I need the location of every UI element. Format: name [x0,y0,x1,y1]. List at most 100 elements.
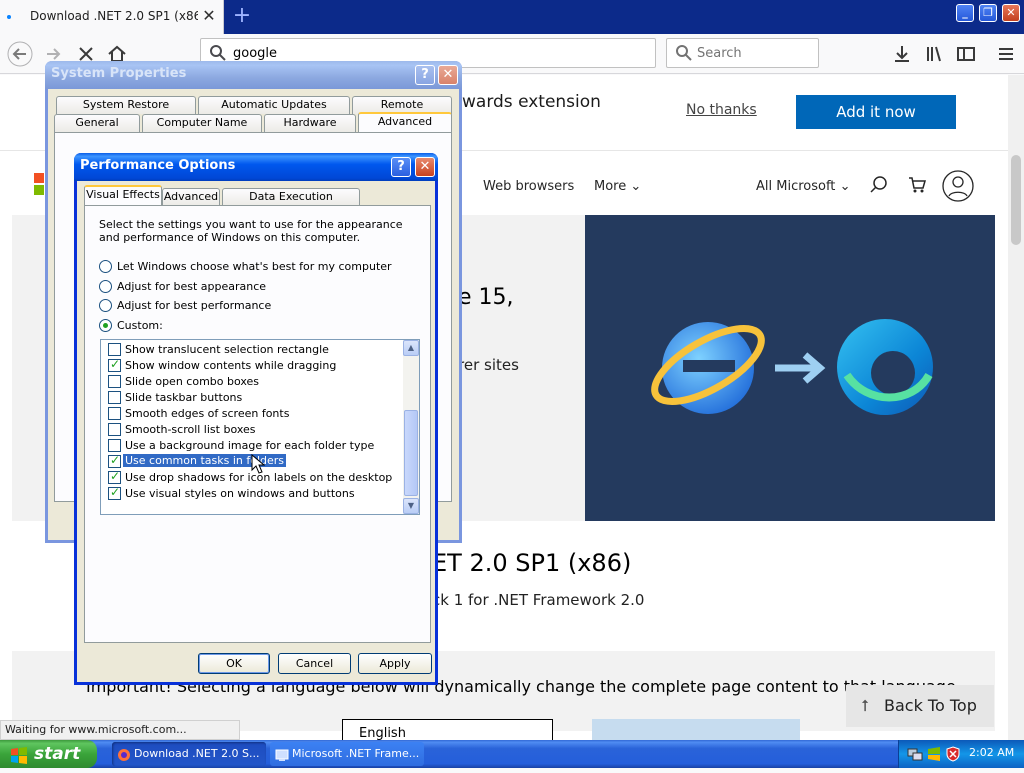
microsoft-logo[interactable] [34,173,44,183]
scrollbar-thumb[interactable] [404,410,418,496]
radio-best-performance[interactable] [99,299,112,312]
cart-icon[interactable] [907,175,927,198]
close-window-icon[interactable]: ✕ [1002,4,1020,22]
browser-tab-strip: Download .NET 2.0 SP1 (x86) from Officia… [0,0,1024,34]
ok-button[interactable]: OK [198,653,270,674]
tab-visual-effects[interactable]: Visual Effects [84,185,162,205]
sidebar-icon[interactable] [952,40,980,68]
tab-automatic-updates[interactable]: Automatic Updates [198,96,350,114]
tab-system-restore[interactable]: System Restore [56,96,196,114]
security-shield-icon[interactable] [945,746,961,765]
radio-let-windows-choose[interactable] [99,260,112,273]
effects-scrollbar[interactable]: ▲ ▼ [403,340,419,514]
no-thanks-link[interactable]: No thanks [686,102,757,118]
apply-button[interactable]: Apply [358,653,432,674]
menu-icon[interactable] [992,40,1020,68]
download-button[interactable] [592,719,800,740]
scroll-up-icon[interactable]: ▲ [403,340,419,356]
search-box[interactable]: Search [666,38,819,68]
help-icon[interactable]: ? [415,65,435,85]
search-placeholder: Search [697,46,742,61]
close-icon[interactable]: ✕ [415,157,435,177]
taskbar-item-label: Download .NET 2.0 S... [134,747,260,760]
radio-label: Adjust for best appearance [117,280,267,293]
back-icon[interactable] [6,40,34,68]
page-scrollbar-thumb[interactable] [1011,155,1021,245]
search-icon[interactable] [869,175,889,198]
system-properties-titlebar[interactable]: System Properties [45,61,462,89]
update-icon[interactable] [926,746,942,765]
effect-checkbox[interactable] [108,423,121,436]
effect-label: Use visual styles on windows and buttons [125,487,355,500]
taskbar-item-browser[interactable]: Download .NET 2.0 S... [112,742,266,766]
hero-heading: e 15, [458,285,514,310]
taskbar-item-system-properties[interactable]: Microsoft .NET Frame... [270,742,424,766]
loading-indicator-icon [7,15,11,19]
radio-best-appearance[interactable] [99,280,112,293]
tab-computer-name[interactable]: Computer Name [142,114,262,132]
close-icon[interactable]: ✕ [438,65,458,85]
system-properties-icon [275,747,289,766]
nav-link-more-label: More [594,179,627,194]
arrow-right-icon [775,352,826,384]
effect-checkbox[interactable] [108,375,121,388]
tab-advanced[interactable]: Advanced [358,112,452,132]
account-icon[interactable] [942,170,974,205]
network-icon[interactable] [907,746,923,765]
add-it-now-button[interactable]: Add it now [796,95,956,129]
mouse-cursor-icon [251,453,266,477]
performance-options-titlebar[interactable]: Performance Options [74,153,438,181]
cancel-button[interactable]: Cancel [278,653,351,674]
back-to-top-button[interactable]: ⭡ Back To Top [846,685,994,727]
nav-link-all-microsoft[interactable]: All Microsoft ⌄ [756,179,850,194]
help-icon[interactable]: ? [391,157,411,177]
effect-label: Smooth-scroll list boxes [125,423,256,436]
microsoft-logo [34,185,44,195]
effect-checkbox[interactable] [108,439,121,452]
download-icon[interactable] [888,40,916,68]
effect-label: Slide taskbar buttons [125,391,243,404]
effect-checkbox[interactable] [108,391,121,404]
minimize-icon[interactable]: _ [956,4,974,22]
tab-hardware[interactable]: Hardware [264,114,356,132]
description-text: Select the settings you want to use for … [99,218,403,244]
system-tray: 2:02 AM [898,740,1024,768]
effect-checkbox[interactable] [108,343,121,356]
effect-checkbox[interactable] [108,357,121,372]
clock: 2:02 AM [969,746,1015,759]
close-tab-icon[interactable]: ✕ [200,7,218,25]
effect-label: Slide open combo boxes [125,375,260,388]
library-icon[interactable] [920,40,948,68]
effect-checkbox[interactable] [108,485,121,500]
effect-checkbox[interactable] [108,469,121,484]
browser-tab-active[interactable]: Download .NET 2.0 SP1 (x86) from Officia… [0,0,224,34]
tab-general[interactable]: General [54,114,140,132]
search-icon [675,44,693,62]
visual-effects-panel: Select the settings you want to use for … [84,205,431,643]
firefox-icon [117,747,131,766]
language-select[interactable]: English [342,719,553,740]
search-icon [209,44,227,62]
page-scrollbar[interactable] [1008,75,1024,740]
extension-banner-text: wards extension [462,92,601,112]
start-button[interactable]: start [0,740,97,768]
windows-logo-icon [10,745,28,773]
scroll-down-icon[interactable]: ▼ [403,498,419,514]
new-tab-icon[interactable]: + [230,4,254,28]
window-title: System Properties [51,66,187,81]
taskbar: start Download .NET 2.0 S... Microsoft .… [0,740,1024,768]
nav-link-web-browsers[interactable]: Web browsers [483,179,574,194]
effect-checkbox[interactable] [108,453,121,468]
tab-title: Download .NET 2.0 SP1 (x86) from Officia… [30,9,198,23]
tab-data-execution-prevention[interactable]: Data Execution Prevention [222,188,360,219]
restore-icon[interactable]: ❐ [979,4,997,22]
radio-custom[interactable] [99,319,112,332]
tab-advanced[interactable]: Advanced [162,188,220,206]
radio-label: Let Windows choose what's best for my co… [117,260,392,273]
nav-link-more[interactable]: More ⌄ [594,179,641,194]
hero-subtext: rer sites [458,356,519,374]
page-title: ET 2.0 SP1 (x86) [432,549,632,577]
taskbar-item-label: Microsoft .NET Frame... [292,747,420,760]
effect-checkbox[interactable] [108,407,121,420]
performance-options-window: Performance Options ? ✕ Visual Effects A… [74,153,438,685]
